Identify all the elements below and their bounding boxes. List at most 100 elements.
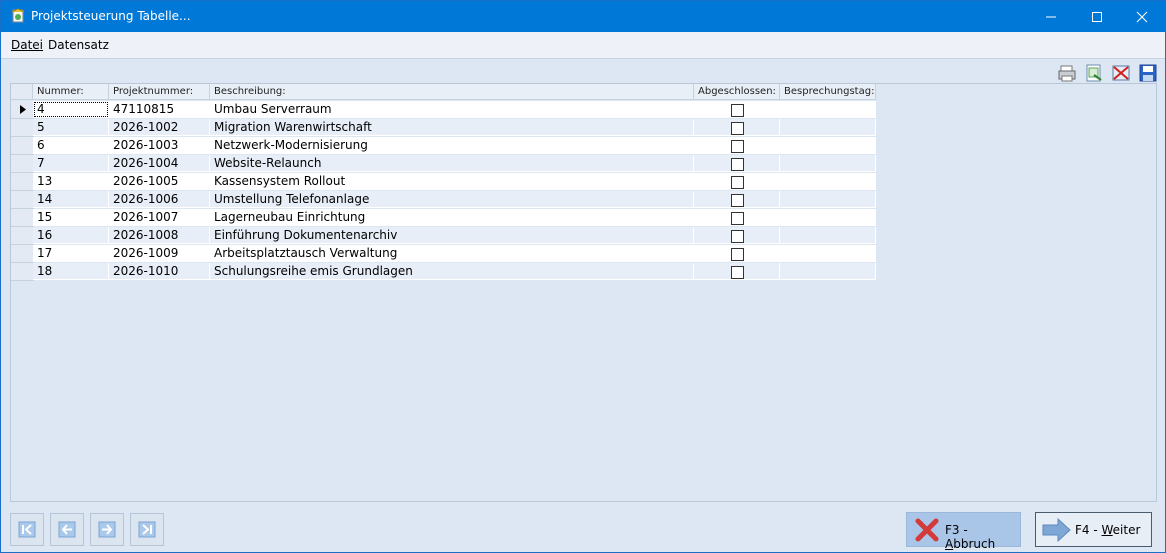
row-selector[interactable]: [11, 155, 34, 173]
cell-besprechungstag[interactable]: [780, 263, 876, 280]
delete-button[interactable]: [1111, 63, 1131, 83]
cell-beschreibung[interactable]: Schulungsreihe emis Grundlagen: [210, 263, 694, 280]
app-window: Projektsteuerung Tabelle... Datei Datens…: [0, 0, 1166, 553]
menu-datei[interactable]: Datei: [11, 38, 43, 52]
close-icon: [1136, 11, 1148, 23]
cell-besprechungstag[interactable]: [780, 101, 876, 118]
col-header-nummer[interactable]: Nummer:: [33, 84, 109, 100]
row-selector[interactable]: [11, 209, 34, 227]
cell-beschreibung[interactable]: Lagerneubau Einrichtung: [210, 209, 694, 226]
row-selector[interactable]: [11, 245, 34, 263]
abgeschlossen-checkbox[interactable]: [731, 266, 744, 279]
abgeschlossen-checkbox[interactable]: [731, 104, 744, 117]
cell-projektnummer[interactable]: 2026-1004: [109, 155, 210, 172]
cell-beschreibung[interactable]: Einführung Dokumentenarchiv: [210, 227, 694, 244]
abgeschlossen-checkbox[interactable]: [731, 230, 744, 243]
cell-besprechungstag[interactable]: [780, 191, 876, 208]
cell-beschreibung[interactable]: Arbeitsplatztausch Verwaltung: [210, 245, 694, 262]
cell-abgeschlossen[interactable]: [694, 227, 780, 244]
cell-beschreibung[interactable]: Kassensystem Rollout: [210, 173, 694, 190]
col-header-projektnummer[interactable]: Projektnummer:: [109, 84, 210, 100]
row-selector[interactable]: [11, 119, 34, 137]
cell-projektnummer[interactable]: 2026-1007: [109, 209, 210, 226]
close-button[interactable]: [1119, 1, 1165, 32]
save-icon: [1139, 64, 1157, 82]
cell-besprechungstag[interactable]: [780, 209, 876, 226]
cell-projektnummer[interactable]: 2026-1003: [109, 137, 210, 154]
cell-projektnummer[interactable]: 2026-1010: [109, 263, 210, 280]
row-selector[interactable]: [11, 191, 34, 209]
cancel-label-rest: bbruch: [953, 537, 996, 551]
cell-nummer[interactable]: 5: [33, 119, 109, 136]
cell-nummer[interactable]: 16: [33, 227, 109, 244]
cell-projektnummer[interactable]: 2026-1006: [109, 191, 210, 208]
abgeschlossen-checkbox[interactable]: [731, 248, 744, 261]
cell-besprechungstag[interactable]: [780, 137, 876, 154]
col-header-beschreibung[interactable]: Beschreibung:: [210, 84, 694, 100]
cell-projektnummer[interactable]: 2026-1002: [109, 119, 210, 136]
abgeschlossen-checkbox[interactable]: [731, 212, 744, 225]
cell-abgeschlossen[interactable]: [694, 191, 780, 208]
cell-beschreibung[interactable]: Umbau Serverraum: [210, 101, 694, 118]
cell-abgeschlossen[interactable]: [694, 155, 780, 172]
cell-beschreibung[interactable]: Netzwerk-Modernisierung: [210, 137, 694, 154]
cell-abgeschlossen[interactable]: [694, 137, 780, 154]
print-button[interactable]: [1057, 63, 1077, 83]
menu-datensatz[interactable]: Datensatz: [48, 38, 109, 52]
title-bar[interactable]: Projektsteuerung Tabelle...: [1, 1, 1165, 32]
abgeschlossen-checkbox[interactable]: [731, 158, 744, 171]
cell-abgeschlossen[interactable]: [694, 245, 780, 262]
projects-grid[interactable]: Nummer: Projektnummer: Beschreibung: Abg…: [10, 83, 1157, 502]
previous-record-button[interactable]: [50, 513, 84, 546]
cell-abgeschlossen[interactable]: [694, 173, 780, 190]
last-record-button[interactable]: [130, 513, 164, 546]
cell-nummer[interactable]: 18: [33, 263, 109, 280]
row-selector[interactable]: [11, 101, 34, 119]
cell-nummer[interactable]: 7: [33, 155, 109, 172]
first-record-button[interactable]: [10, 513, 44, 546]
cancel-button[interactable]: F3 - Abbruch: [906, 512, 1021, 551]
col-header-abgeschlossen[interactable]: Abgeschlossen:: [694, 84, 780, 100]
next-button[interactable]: F4 - Weiter: [1035, 512, 1152, 547]
abgeschlossen-checkbox[interactable]: [731, 194, 744, 207]
next-record-button[interactable]: [90, 513, 124, 546]
cell-projektnummer[interactable]: 2026-1005: [109, 173, 210, 190]
cell-abgeschlossen[interactable]: [694, 263, 780, 280]
abgeschlossen-checkbox[interactable]: [731, 176, 744, 189]
cell-besprechungstag[interactable]: [780, 155, 876, 172]
cell-beschreibung[interactable]: Website-Relaunch: [210, 155, 694, 172]
minimize-button[interactable]: [1028, 1, 1074, 32]
cell-nummer[interactable]: 4: [33, 101, 109, 118]
cell-besprechungstag[interactable]: [780, 245, 876, 262]
abgeschlossen-checkbox[interactable]: [731, 140, 744, 153]
row-selector[interactable]: [11, 227, 34, 245]
cell-nummer[interactable]: 13: [33, 173, 109, 190]
cell-projektnummer[interactable]: 2026-1008: [109, 227, 210, 244]
cell-projektnummer[interactable]: 2026-1009: [109, 245, 210, 262]
cell-nummer[interactable]: 17: [33, 245, 109, 262]
menu-bar: Datei Datensatz: [1, 32, 1165, 59]
cell-nummer[interactable]: 14: [33, 191, 109, 208]
cell-abgeschlossen[interactable]: [694, 119, 780, 136]
cell-besprechungstag[interactable]: [780, 173, 876, 190]
abgeschlossen-checkbox[interactable]: [731, 122, 744, 135]
row-selector[interactable]: [11, 173, 34, 191]
row-selector[interactable]: [11, 263, 34, 281]
save-button[interactable]: [1138, 63, 1158, 83]
cell-nummer[interactable]: 6: [33, 137, 109, 154]
arrow-right-icon: [1042, 517, 1071, 543]
row-selector[interactable]: [11, 137, 34, 155]
cell-beschreibung[interactable]: Migration Warenwirtschaft: [210, 119, 694, 136]
col-header-besprechungstag[interactable]: Besprechungstag:: [780, 84, 876, 100]
maximize-button[interactable]: [1074, 1, 1120, 32]
cell-abgeschlossen[interactable]: [694, 209, 780, 226]
cell-abgeschlossen[interactable]: [694, 101, 780, 118]
minimize-icon: [1046, 16, 1056, 18]
cell-nummer[interactable]: 15: [33, 209, 109, 226]
cell-projektnummer[interactable]: 47110815: [109, 101, 210, 118]
export-button[interactable]: [1084, 63, 1104, 83]
cell-beschreibung[interactable]: Umstellung Telefonanlage: [210, 191, 694, 208]
cell-besprechungstag[interactable]: [780, 227, 876, 244]
arrow-right-icon: [98, 521, 116, 538]
cell-besprechungstag[interactable]: [780, 119, 876, 136]
